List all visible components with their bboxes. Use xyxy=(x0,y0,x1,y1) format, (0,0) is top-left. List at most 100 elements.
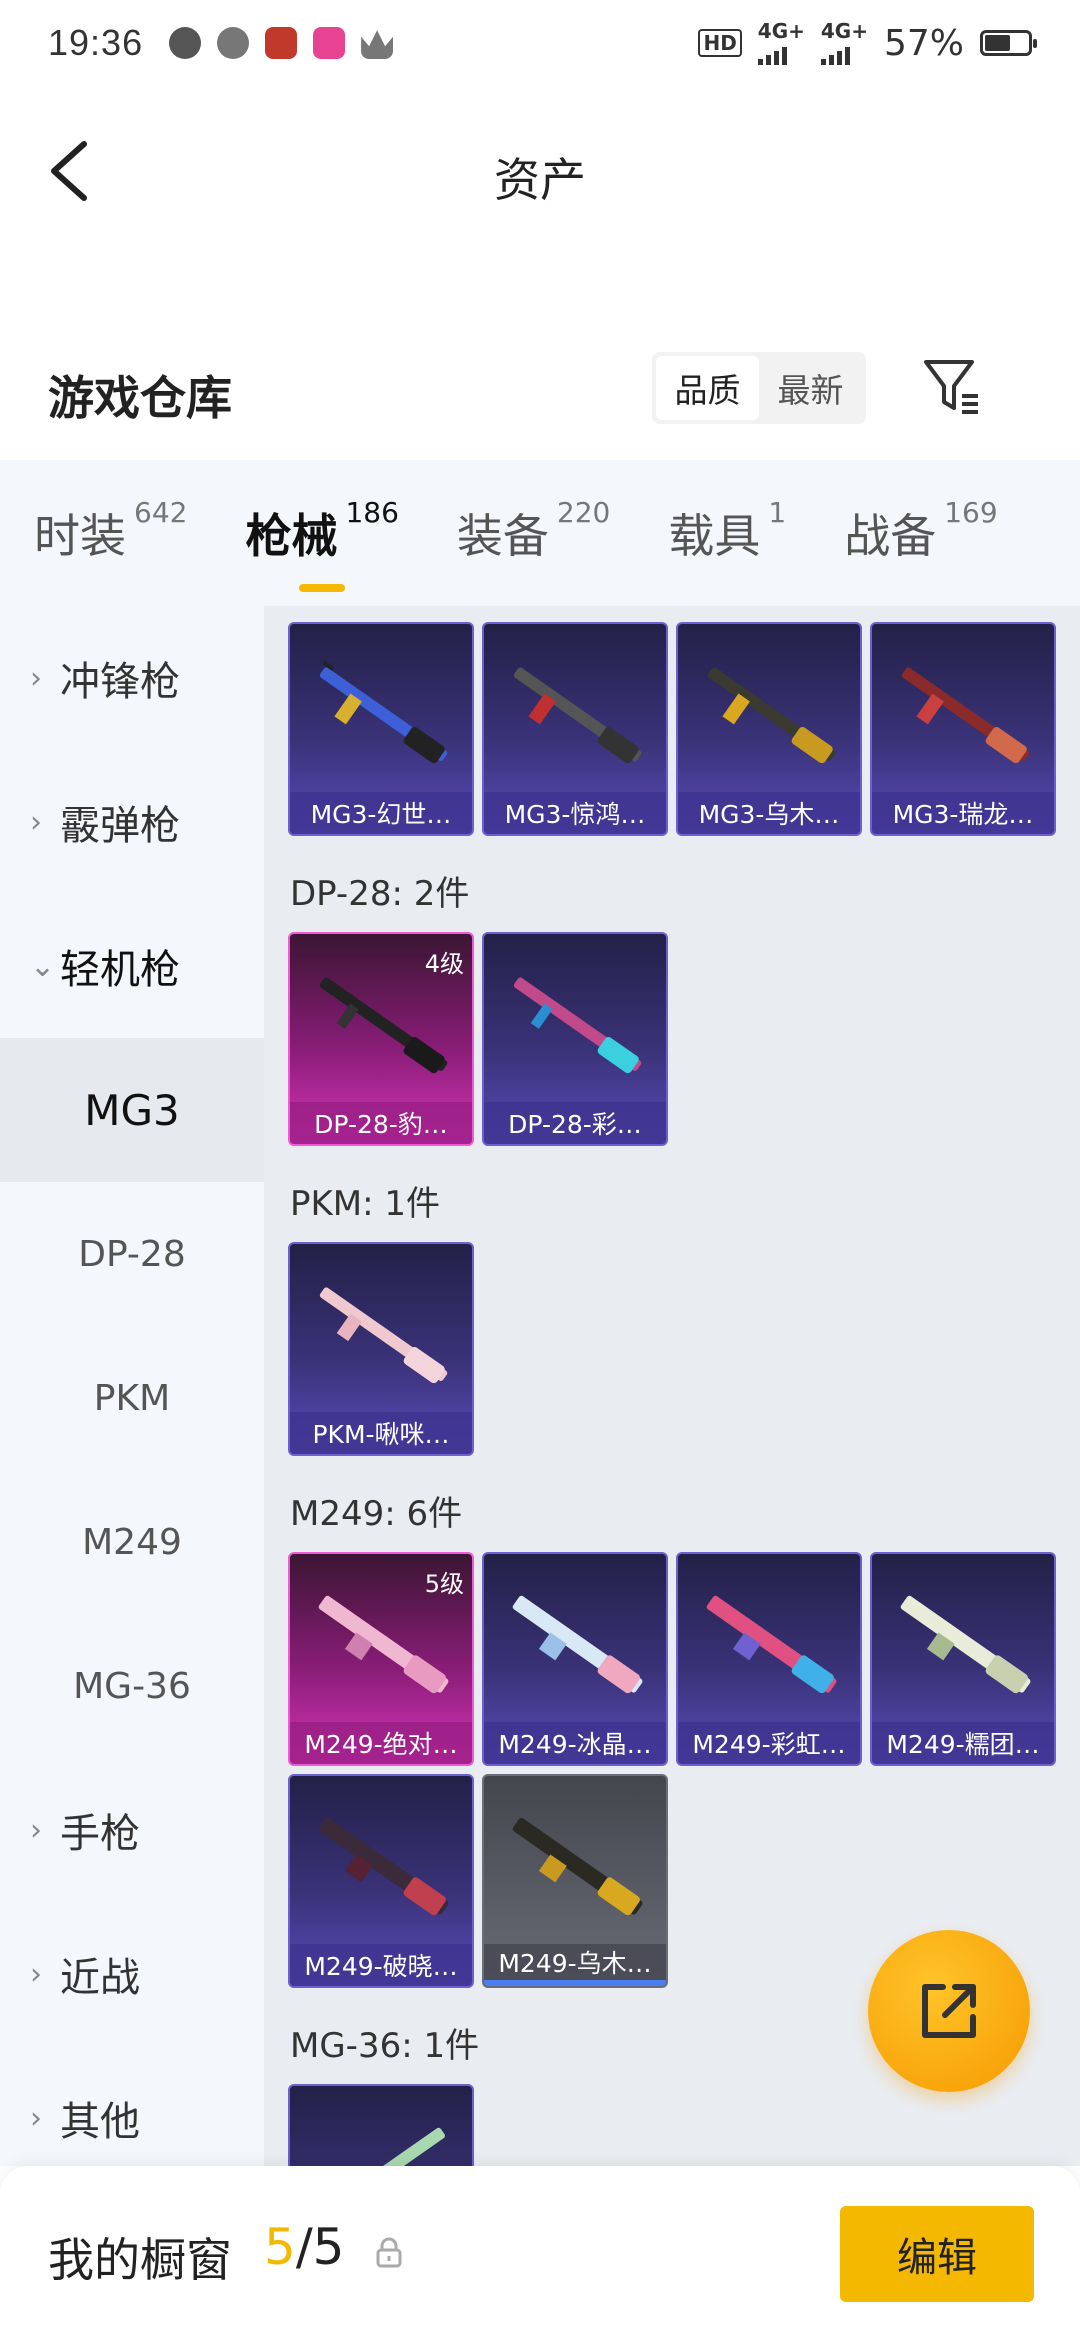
sidebar-item-melee[interactable]: › 近战 xyxy=(0,1902,264,2046)
weapon-card[interactable]: MG3-惊鸿… xyxy=(482,622,668,836)
tab-label: 载具 xyxy=(668,509,761,563)
weapon-name: MG3-惊鸿… xyxy=(484,792,666,834)
weapon-name: MG3-乌木… xyxy=(678,792,860,834)
warehouse-header: 游戏仓库 品质 最新 xyxy=(0,340,1080,460)
rifle-icon xyxy=(707,667,836,764)
weapon-card[interactable]: M249-破晓… xyxy=(288,1774,474,1988)
tab-label: 装备 xyxy=(456,509,549,563)
filter-button[interactable] xyxy=(920,354,984,418)
hd-badge: HD xyxy=(698,29,742,57)
weapon-name: M249-彩虹… xyxy=(678,1722,860,1764)
sidebar-subitem-pkm[interactable]: PKM xyxy=(0,1326,264,1470)
filter-icon xyxy=(924,360,978,414)
rifle-icon xyxy=(318,1595,449,1694)
tab-count: 186 xyxy=(345,496,399,529)
shop-icon xyxy=(313,27,346,59)
status-time: 19:36 xyxy=(48,22,144,63)
rifle-icon xyxy=(513,667,642,764)
weapon-card[interactable]: 5级 M249-绝对… xyxy=(288,1552,474,1766)
tab-weapons[interactable]: 枪械 186 xyxy=(245,496,399,592)
weapon-name: MG3-瑞龙… xyxy=(872,792,1054,834)
rifle-icon xyxy=(512,1595,643,1694)
edit-button[interactable]: 编辑 xyxy=(840,2206,1034,2302)
sidebar-item-lmg[interactable]: ⌄ 轻机枪 xyxy=(0,894,264,1038)
section-title-dp28: DP-28: 2件 xyxy=(290,874,470,914)
rifle-icon xyxy=(901,667,1030,764)
chevron-right-icon: › xyxy=(30,2100,42,2136)
weapon-category-sidebar: › 冲锋枪 › 霰弹枪 ⌄ 轻机枪 MG3 DP-28 PKM M249 MG-… xyxy=(0,606,264,2166)
chevron-right-icon: › xyxy=(30,660,42,696)
showcase-count-current: 5 xyxy=(264,2218,296,2276)
lock-icon xyxy=(376,2237,402,2268)
tab-vehicles[interactable]: 载具 1 xyxy=(668,496,786,566)
showcase-count: 5/5 xyxy=(264,2218,344,2276)
rifle-icon xyxy=(512,1817,643,1916)
sidebar-item-label: 轻机枪 xyxy=(60,947,180,993)
weapon-name: M249-绝对… xyxy=(290,1722,472,1764)
showcase-bar: 我的橱窗 5/5 编辑 xyxy=(0,2166,1080,2340)
tab-label: 战备 xyxy=(844,509,937,563)
showcase-count-total: /5 xyxy=(295,2218,345,2276)
weapon-card[interactable]: M249-冰晶… xyxy=(482,1552,668,1766)
weapon-name: M249-乌木… xyxy=(484,1944,666,1986)
rifle-icon xyxy=(513,977,642,1074)
share-fab-button[interactable] xyxy=(868,1930,1030,2092)
section-title-pkm: PKM: 1件 xyxy=(290,1184,441,1224)
rifle-icon xyxy=(319,977,448,1074)
sidebar-item-label: 其他 xyxy=(60,2099,140,2145)
sidebar-subitem-dp28[interactable]: DP-28 xyxy=(0,1182,264,1326)
weapon-card[interactable]: M249-糯团… xyxy=(870,1552,1056,1766)
game-icon xyxy=(265,27,298,59)
tab-equipment[interactable]: 装备 220 xyxy=(456,496,610,566)
rifle-icon xyxy=(318,1817,449,1916)
rifle-icon xyxy=(900,1595,1031,1694)
sidebar-item-label: 霰弹枪 xyxy=(60,803,180,849)
weapon-card[interactable]: MG3-乌木… xyxy=(676,622,862,836)
sidebar-subitem-mg36[interactable]: MG-36 xyxy=(0,1614,264,1758)
sort-newest-button[interactable]: 最新 xyxy=(759,356,862,420)
weapon-name: DP-28-豹… xyxy=(290,1102,472,1144)
crown-icon xyxy=(361,30,394,59)
weapon-card[interactable]: M249-彩虹… xyxy=(676,1552,862,1766)
section-title-m249: M249: 6件 xyxy=(290,1494,463,1534)
weapon-card[interactable] xyxy=(288,2084,474,2166)
weapon-card[interactable]: PKM-啾咪… xyxy=(288,1242,474,1456)
chevron-right-icon: › xyxy=(30,1956,42,1992)
tab-fashion[interactable]: 时装 642 xyxy=(34,496,187,566)
tab-count: 1 xyxy=(768,496,787,529)
weapon-card[interactable]: DP-28-彩… xyxy=(482,932,668,1146)
status-right: HD 4G+ 4G+ 57% xyxy=(698,21,1037,65)
weapon-card[interactable]: MG3-幻世… xyxy=(288,622,474,836)
sidebar-item-label: 近战 xyxy=(60,1955,140,2001)
weapon-level-badge: 5级 xyxy=(424,1570,464,1598)
section-title-mg36: MG-36: 1件 xyxy=(290,2026,480,2066)
signal-1: 4G+ xyxy=(757,21,805,65)
status-bar: 19:36 HD 4G+ 4G+ 57% xyxy=(0,0,1080,86)
sidebar-subitem-m249[interactable]: M249 xyxy=(0,1470,264,1614)
weapon-name: M249-糯团… xyxy=(872,1722,1054,1764)
sidebar-item-pistol[interactable]: › 手枪 xyxy=(0,1758,264,1902)
signal-2: 4G+ xyxy=(820,21,868,65)
sidebar-item-smg[interactable]: › 冲锋枪 xyxy=(0,606,264,750)
app-icon xyxy=(169,27,202,59)
sidebar-item-shotgun[interactable]: › 霰弹枪 xyxy=(0,750,264,894)
signal-bars-icon xyxy=(820,41,850,65)
weapon-card[interactable]: 4级 DP-28-豹… xyxy=(288,932,474,1146)
chevron-right-icon: › xyxy=(30,804,42,840)
rifle-icon xyxy=(319,1287,448,1384)
battery-icon xyxy=(980,30,1037,56)
sort-quality-button[interactable]: 品质 xyxy=(656,356,759,420)
rifle-icon xyxy=(317,2127,445,2166)
sidebar-item-label: 冲锋枪 xyxy=(60,659,180,705)
tab-supplies[interactable]: 战备 169 xyxy=(844,496,997,566)
category-tabs: 时装 642 枪械 186 装备 220 载具 1 战备 169 xyxy=(0,460,1080,606)
battery-percent: 57% xyxy=(883,22,964,64)
tab-count: 642 xyxy=(134,496,188,529)
weapon-level-badge: 4级 xyxy=(424,950,464,978)
sidebar-subitem-mg3[interactable]: MG3 xyxy=(0,1038,264,1182)
header: 资产 xyxy=(0,86,1080,246)
rifle-icon xyxy=(319,660,448,764)
weapon-card[interactable]: MG3-瑞龙… xyxy=(870,622,1056,836)
weapon-name: M249-破晓… xyxy=(290,1944,472,1986)
weapon-card[interactable]: M249-乌木… xyxy=(482,1774,668,1988)
